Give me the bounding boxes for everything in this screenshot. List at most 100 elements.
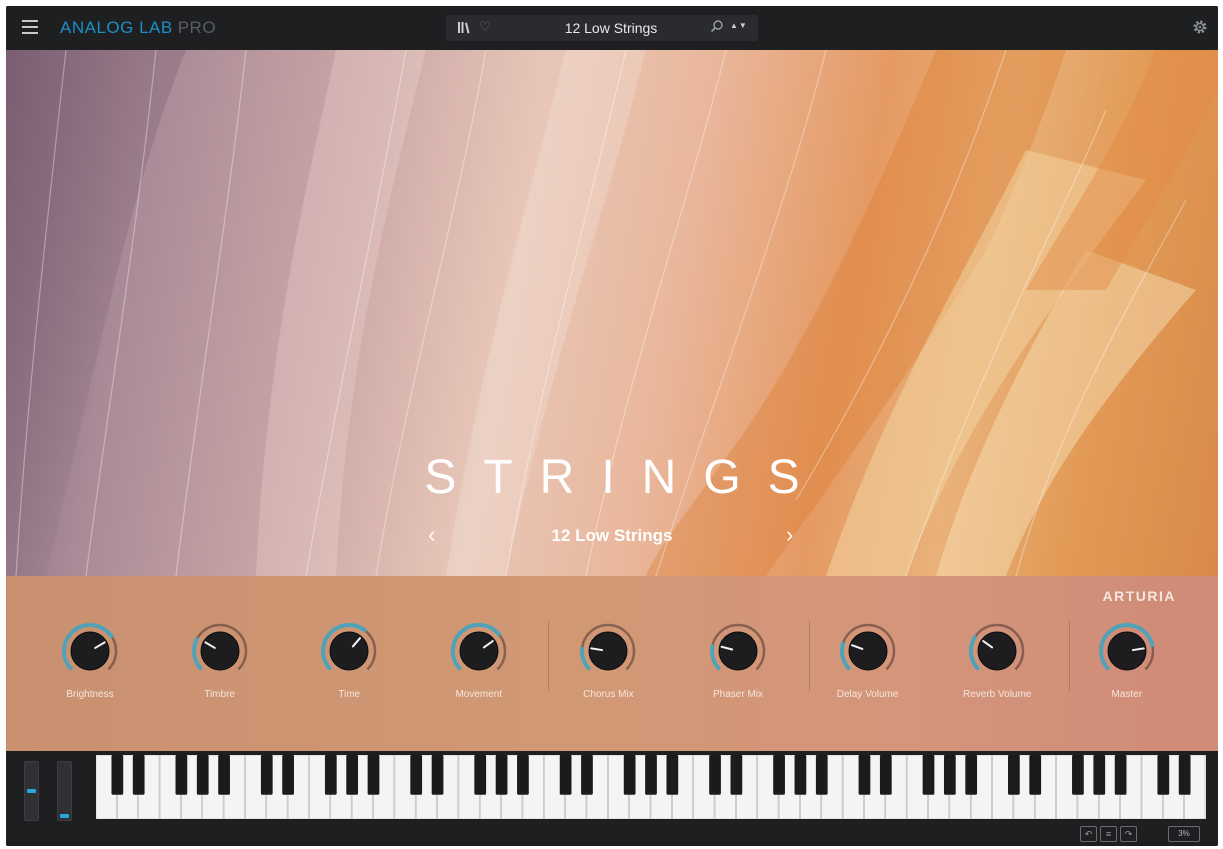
black-key[interactable] [517, 755, 529, 795]
piano-keyboard[interactable] [96, 755, 1206, 819]
settings-icon[interactable] [1192, 19, 1208, 35]
black-key[interactable] [324, 755, 337, 795]
knob-dial[interactable] [1097, 621, 1157, 681]
knob-label: Chorus Mix [583, 689, 634, 700]
knob-delay-volume[interactable]: Delay Volume [830, 621, 906, 701]
black-key[interactable] [709, 755, 721, 795]
knob-dial[interactable] [838, 621, 898, 681]
knob-value-arc [580, 646, 592, 671]
black-key[interactable] [132, 755, 145, 795]
knob-movement[interactable]: Movement [441, 621, 517, 701]
next-preset-button[interactable]: › [786, 522, 793, 548]
heart-icon[interactable]: ♡ [479, 19, 491, 35]
black-key[interactable] [474, 755, 487, 795]
knob-body [588, 631, 628, 671]
black-key[interactable] [367, 755, 380, 795]
app-brand: ANALOG LAB PRO [60, 18, 216, 38]
analog-lab-window: ANALOG LAB PRO ♡ 12 Low Strings ▲▼ STRIN… [6, 6, 1218, 846]
black-key[interactable] [581, 755, 593, 795]
black-key[interactable] [794, 755, 807, 795]
knob-time[interactable]: Time [311, 621, 387, 701]
instrument-artwork: STRINGS ‹ 12 Low Strings › [6, 50, 1218, 576]
up-down-arrows-icon[interactable]: ▲▼ [730, 21, 748, 30]
pitch-wheel[interactable] [24, 761, 39, 821]
black-key[interactable] [282, 755, 294, 795]
black-key[interactable] [1157, 755, 1170, 795]
knob-value-arc [839, 641, 851, 671]
preset-name[interactable]: 12 Low Strings [536, 20, 686, 36]
black-key[interactable] [1093, 755, 1106, 795]
black-key[interactable] [1072, 755, 1084, 795]
black-key[interactable] [858, 755, 871, 795]
knob-master[interactable]: Master [1089, 621, 1165, 701]
black-key[interactable] [431, 755, 444, 795]
black-key[interactable] [218, 755, 230, 795]
knob-body [1107, 631, 1147, 671]
knob-body [718, 631, 758, 671]
control-panel: ARTURIA Brightness Timbre Time Movement Chor… [6, 576, 1218, 751]
knob-value-arc [191, 636, 203, 671]
black-key[interactable] [346, 755, 359, 795]
black-key[interactable] [260, 755, 273, 795]
knob-label: Brightness [66, 689, 114, 700]
black-key[interactable] [410, 755, 423, 795]
knob-body [329, 631, 369, 671]
knob-timbre[interactable]: Timbre [182, 621, 258, 701]
knob-body [977, 631, 1017, 671]
knob-chorus-mix[interactable]: Chorus Mix [570, 621, 646, 701]
knob-label: Reverb Volume [963, 689, 1032, 700]
library-icon[interactable] [458, 21, 470, 34]
black-key[interactable] [1029, 755, 1042, 795]
keyboard-area [6, 751, 1218, 821]
mod-wheel[interactable] [57, 761, 72, 821]
black-key[interactable] [815, 755, 828, 795]
knob-dial[interactable] [578, 621, 638, 681]
knob-body [70, 631, 110, 671]
black-key[interactable] [773, 755, 785, 795]
black-key[interactable] [175, 755, 188, 795]
knob-body [459, 631, 499, 671]
black-key[interactable] [965, 755, 978, 795]
black-key[interactable] [559, 755, 572, 795]
black-key[interactable] [645, 755, 657, 795]
instrument-title: STRINGS [424, 451, 827, 504]
menu-icon[interactable] [22, 20, 38, 34]
black-key[interactable] [1008, 755, 1020, 795]
black-key[interactable] [666, 755, 679, 795]
black-key[interactable] [943, 755, 956, 795]
black-key[interactable] [922, 755, 935, 795]
knob-label: Timbre [204, 689, 235, 700]
black-key[interactable] [196, 755, 209, 795]
black-key[interactable] [1178, 755, 1191, 795]
search-icon[interactable] [710, 19, 724, 33]
knob-dial[interactable] [449, 621, 509, 681]
knob-dial[interactable] [708, 621, 768, 681]
zoom-level[interactable]: 3% [1168, 826, 1200, 842]
knob-reverb-volume[interactable]: Reverb Volume [959, 621, 1035, 701]
knob-dial[interactable] [190, 621, 250, 681]
knob-brightness[interactable]: Brightness [52, 621, 128, 701]
undo-button[interactable]: ↶ [1080, 826, 1097, 842]
black-key[interactable] [879, 755, 892, 795]
redo-button[interactable]: ↷ [1120, 826, 1137, 842]
knob-dial[interactable] [967, 621, 1027, 681]
knob-label: Delay Volume [836, 689, 899, 700]
knob-dial[interactable] [319, 621, 379, 681]
knob-body [200, 631, 240, 671]
black-key[interactable] [730, 755, 743, 795]
knob-divider [1069, 621, 1070, 691]
knob-body [848, 631, 888, 671]
top-bar: ANALOG LAB PRO ♡ 12 Low Strings ▲▼ [6, 6, 1218, 50]
previous-preset-button[interactable]: ‹ [428, 522, 435, 548]
black-key[interactable] [1114, 755, 1127, 795]
hero-preset-name: 12 Low Strings [551, 526, 673, 545]
knob-dial[interactable] [60, 621, 120, 681]
history-button[interactable]: ≡ [1100, 826, 1117, 842]
black-key[interactable] [623, 755, 636, 795]
black-key[interactable] [111, 755, 124, 795]
pitch-wheel-indicator [27, 789, 36, 793]
black-key[interactable] [495, 755, 508, 795]
knob-phaser-mix[interactable]: Phaser Mix [700, 621, 776, 701]
knob-divider [809, 621, 810, 691]
bottom-bar: ↶ ≡ ↷ 3% [6, 821, 1218, 846]
